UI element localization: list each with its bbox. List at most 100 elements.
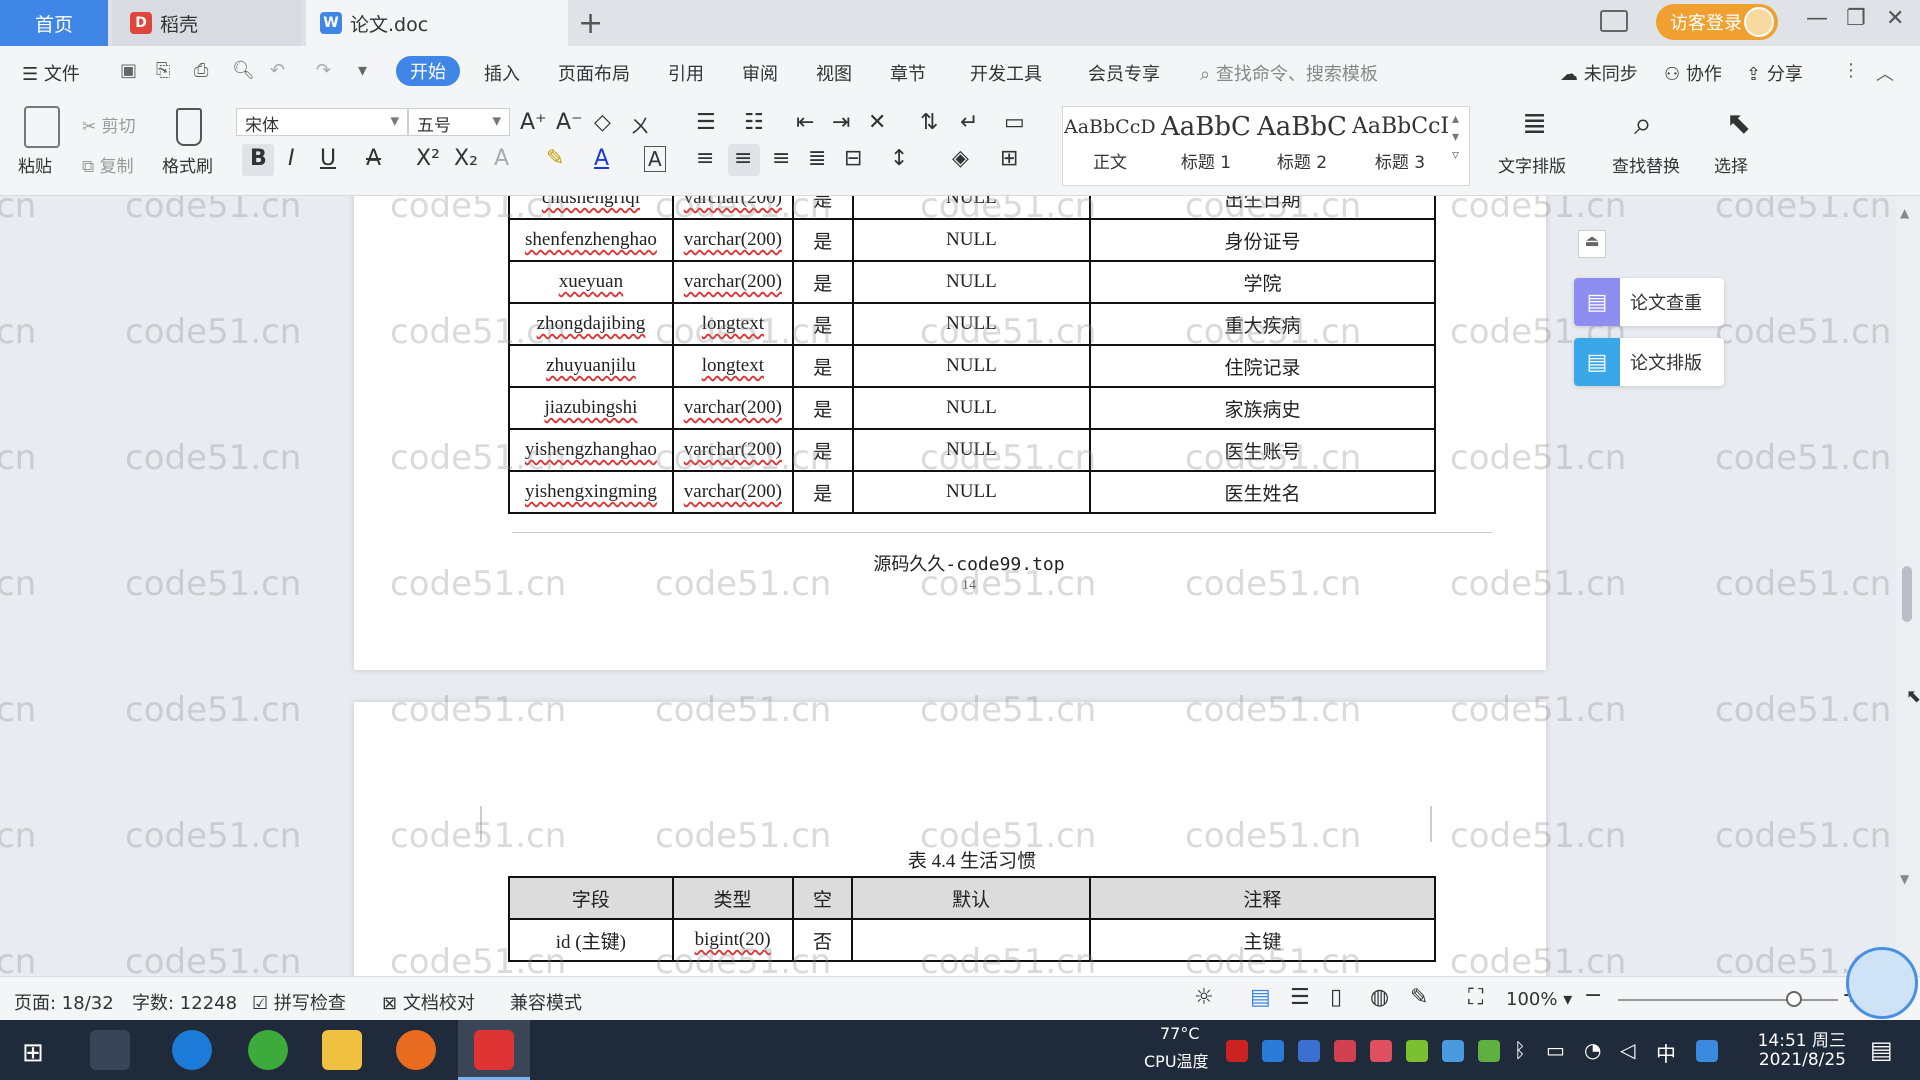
text-layout-button[interactable]: 文字排版 [1498, 152, 1566, 177]
minimize-icon[interactable]: — [1806, 6, 1828, 31]
distribute-icon[interactable]: ⊟ [844, 146, 862, 171]
spell-check-button[interactable]: ☑ 拼写检查 [252, 989, 346, 1015]
zoom-level[interactable]: 100% ▾ [1506, 989, 1572, 1010]
tray-icon[interactable] [1478, 1040, 1500, 1062]
tab-start[interactable]: 开始 [396, 56, 460, 86]
fit-page-icon[interactable]: ⛶ [1468, 985, 1483, 1010]
line-spacing-icon[interactable]: ↕ [890, 146, 908, 171]
print-icon[interactable]: ⎙ [194, 60, 208, 81]
tray-icon[interactable] [1262, 1040, 1284, 1062]
clock-date[interactable]: 2021/8/25 [1750, 1050, 1846, 1070]
word-count[interactable]: 字数: 12248 [132, 989, 237, 1015]
app-icon[interactable] [396, 1030, 436, 1070]
decrease-indent-icon[interactable]: ⇤ [796, 110, 814, 135]
page-indicator[interactable]: 页面: 18/32 [14, 989, 114, 1015]
align-center-icon[interactable]: ≡ [734, 146, 752, 171]
magnifier-icon[interactable]: ⌕ [1634, 104, 1652, 143]
collapse-ribbon-icon[interactable]: ︿ [1876, 60, 1894, 86]
scrollbar-thumb[interactable] [1902, 566, 1912, 622]
sync-button[interactable]: ☁ 未同步 [1560, 60, 1638, 86]
style-heading1[interactable]: AaBbC 标题 1 [1160, 106, 1252, 184]
tray-icon[interactable] [1442, 1040, 1464, 1062]
zoom-slider[interactable] [1618, 999, 1838, 1001]
sort-icon[interactable]: ⇅ [920, 110, 938, 135]
tray-icon[interactable] [1226, 1040, 1248, 1062]
shrink-font-icon[interactable]: A⁻ [556, 110, 583, 135]
cursor-icon[interactable]: ⬉ [1726, 106, 1751, 141]
tab-document[interactable]: W 论文.doc [306, 0, 568, 46]
assistant-avatar[interactable] [1846, 947, 1918, 1019]
style-normal[interactable]: AaBbCcDd 正文 [1064, 106, 1156, 184]
tab-review[interactable]: 审阅 [742, 60, 778, 86]
close-icon[interactable]: ✕ [1886, 6, 1904, 31]
bold-icon[interactable]: B [250, 146, 267, 171]
tab-member[interactable]: 会员专享 [1088, 60, 1160, 86]
shield-icon[interactable] [1298, 1040, 1320, 1062]
highlight-icon[interactable]: ✎ [546, 146, 564, 171]
tab-references[interactable]: 引用 [668, 60, 704, 86]
restore-icon[interactable]: ❐ [1846, 6, 1866, 31]
numbered-list-icon[interactable]: ☷ [744, 110, 764, 135]
undo-icon[interactable]: ↶ [270, 60, 285, 81]
style-heading3[interactable]: AaBbCcI 标题 3 [1352, 106, 1448, 184]
align-right-icon[interactable]: ≡ [772, 146, 790, 171]
file-explorer-icon[interactable] [322, 1030, 362, 1070]
superscript-icon[interactable]: X² [416, 146, 440, 171]
360-browser-icon[interactable] [248, 1030, 288, 1070]
tray-icon[interactable] [1334, 1040, 1356, 1062]
text-layout-icon[interactable]: ≣ [1522, 106, 1547, 141]
save-icon[interactable]: ▣ [120, 60, 137, 81]
bullet-list-icon[interactable]: ☰ [696, 110, 716, 135]
find-replace-button[interactable]: 查找替换 [1612, 152, 1680, 177]
tray-icon[interactable] [1406, 1040, 1428, 1062]
volume-icon[interactable]: ◁ [1620, 1038, 1635, 1062]
panel-collapse-icon[interactable]: ⏏ [1578, 230, 1606, 258]
write-mode-icon[interactable]: ✎ [1410, 985, 1428, 1010]
paper-check-button[interactable]: ▤ 论文查重 [1574, 278, 1724, 326]
cut-button[interactable]: ✂ 剪切 [82, 112, 136, 137]
export-icon[interactable]: ⎘ [156, 60, 170, 81]
select-button[interactable]: 选择 [1714, 152, 1748, 177]
ime-indicator[interactable]: 中 [1656, 1038, 1676, 1067]
guest-login-button[interactable]: 访客登录 [1656, 4, 1778, 40]
command-search[interactable]: ⌕ 查找命令、搜索模板 [1200, 60, 1378, 86]
italic-icon[interactable]: I [288, 146, 295, 171]
print-preview-icon[interactable]: 🔍︎ [232, 60, 255, 81]
paper-layout-button[interactable]: ▤ 论文排版 [1574, 338, 1724, 386]
format-painter-icon[interactable] [176, 108, 202, 146]
chinese-layout-icon[interactable]: ✕ [868, 110, 886, 135]
increase-indent-icon[interactable]: ⇥ [832, 110, 850, 135]
align-left-icon[interactable]: ≡ [696, 146, 714, 171]
font-size-select[interactable]: 五号 ▾ [408, 108, 510, 136]
quick-access-dropdown-icon[interactable]: ▾ [358, 60, 367, 81]
pinwheel-app-icon[interactable] [90, 1030, 130, 1070]
ie-browser-icon[interactable] [172, 1030, 212, 1070]
tab-insert[interactable]: 插入 [484, 60, 520, 86]
proofread-button[interactable]: ⊠ 文档校对 [382, 989, 475, 1015]
tab-chapter[interactable]: 章节 [890, 60, 926, 86]
tab-developer[interactable]: 开发工具 [970, 60, 1042, 86]
paste-icon[interactable] [24, 106, 60, 148]
underline-icon[interactable]: U [320, 146, 336, 171]
borders-icon[interactable]: ⊞ [1000, 146, 1018, 171]
font-color-icon[interactable]: A [594, 146, 609, 171]
scroll-down-icon[interactable]: ▼ [1900, 872, 1909, 886]
layout-toggle-icon[interactable] [1600, 10, 1628, 32]
phonetic-icon[interactable]: ㄨ [630, 110, 650, 139]
more-icon[interactable]: ⋮ [1842, 60, 1860, 81]
tab-page-layout[interactable]: 页面布局 [558, 60, 630, 86]
new-tab-button[interactable]: + [578, 6, 603, 41]
tray-icon[interactable] [1370, 1040, 1392, 1062]
battery-icon[interactable]: ▭ [1546, 1038, 1565, 1062]
reading-view-icon[interactable]: ▯ [1330, 985, 1342, 1010]
share-button[interactable]: ⇪ 分享 [1746, 60, 1803, 86]
style-heading2[interactable]: AaBbC 标题 2 [1256, 106, 1348, 184]
page-view-icon[interactable]: ▤ [1250, 985, 1271, 1010]
font-name-select[interactable]: 宋体 ▾ [236, 108, 408, 136]
zoom-out-icon[interactable]: − [1584, 983, 1602, 1008]
zoom-slider-knob[interactable] [1786, 991, 1802, 1007]
qq-icon[interactable] [1696, 1040, 1718, 1062]
copy-button[interactable]: ⧉ 复制 [82, 152, 134, 177]
justify-icon[interactable]: ≣ [808, 146, 826, 171]
grow-font-icon[interactable]: A⁺ [520, 110, 547, 135]
